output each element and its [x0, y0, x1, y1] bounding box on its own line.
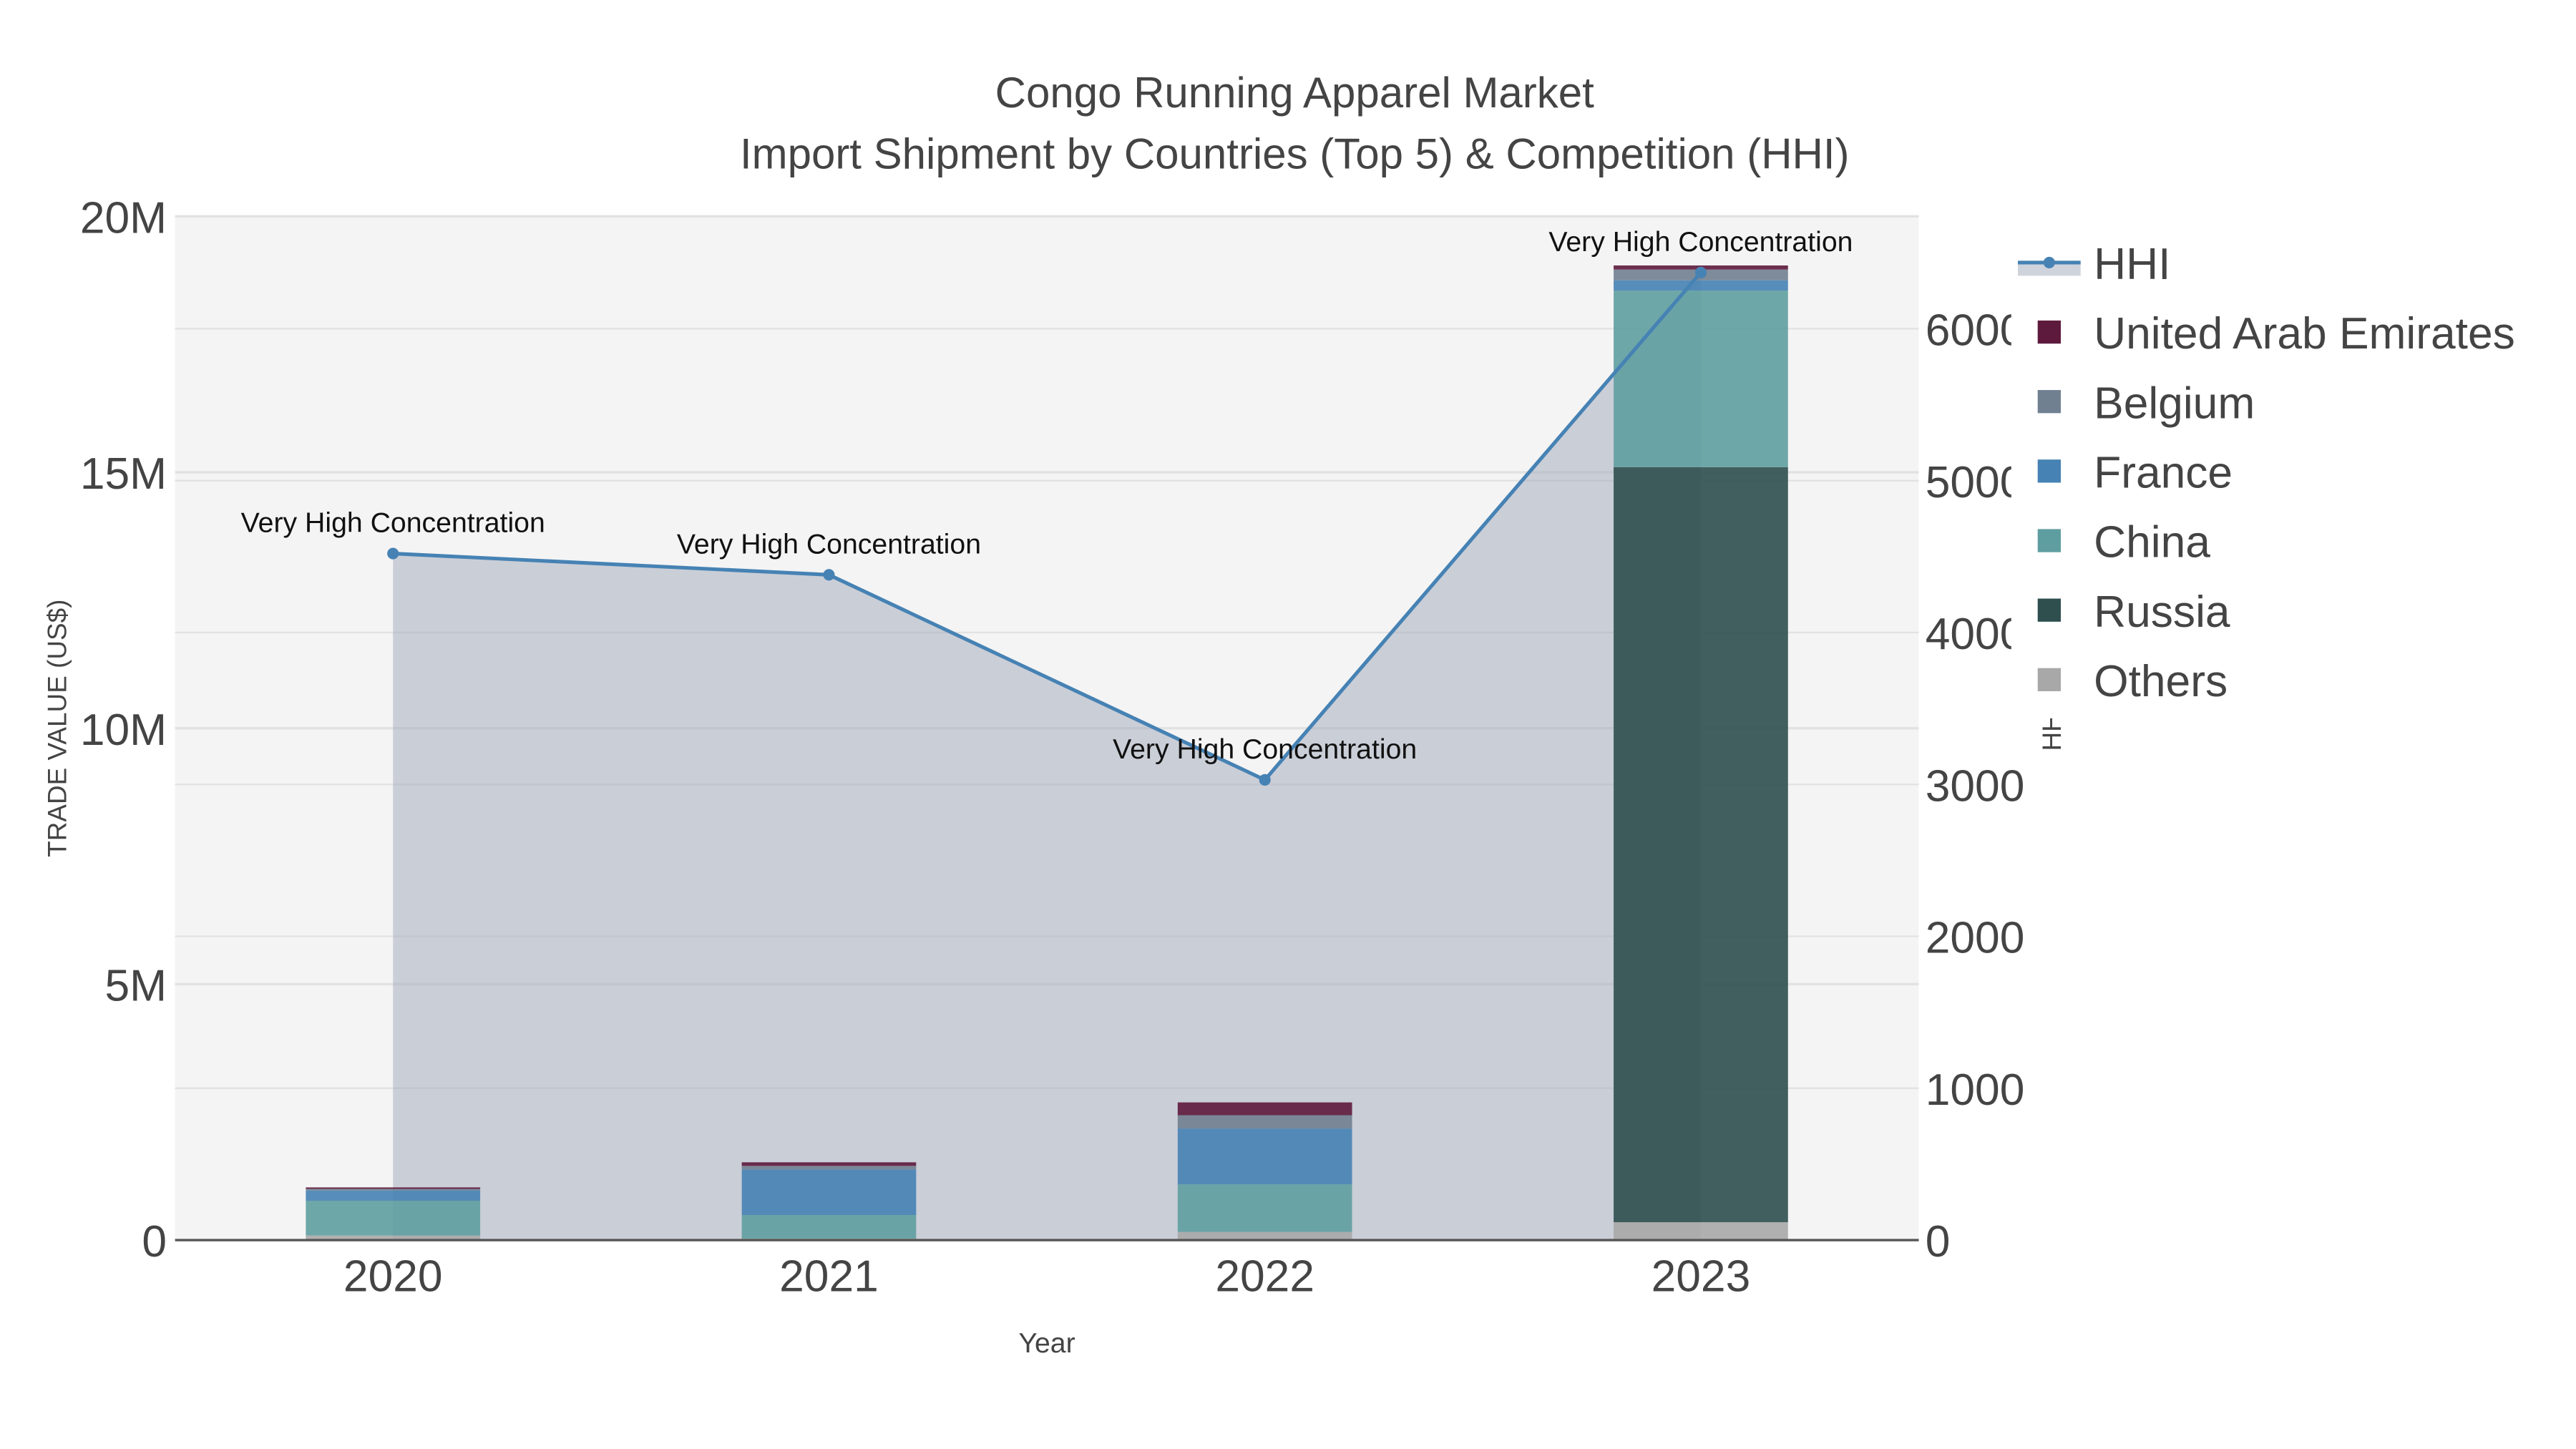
legend-label: HHI [2094, 240, 2170, 289]
hhi-annotation: Very High Concentration [677, 528, 981, 560]
bar-united-arab-emirates-2022 [1177, 1102, 1352, 1116]
y-tick-label: 5M [105, 961, 167, 1010]
bar-belgium-2020 [306, 1189, 481, 1191]
bar-belgium-2021 [741, 1166, 917, 1170]
legend-item-united-arab-emirates[interactable]: United Arab Emirates [2037, 309, 2515, 358]
x-tick-label: 2021 [779, 1252, 879, 1302]
x-axis-title: Year [1018, 1327, 1075, 1359]
hhi-annotation: Very High Concentration [241, 507, 545, 539]
y2-tick-label: 6000 [1926, 306, 2025, 355]
legend-swatch [2037, 668, 2061, 691]
y2-tick-label: 4000 [1926, 610, 2025, 659]
x-tick-label: 2020 [343, 1252, 443, 1302]
bar-france-2022 [1177, 1128, 1352, 1185]
y2-tick-label: 1000 [1926, 1065, 2025, 1115]
y2-tick-label: 3000 [1926, 761, 2025, 811]
bar-united-arab-emirates-2020 [306, 1187, 481, 1189]
y-axis-ticks: 0 5M 10M 15M 20M [80, 193, 167, 1267]
x-tick-label: 2022 [1215, 1252, 1314, 1302]
hhi-point-2022 [1259, 774, 1271, 786]
hhi-annotation: Very High Concentration [1113, 733, 1417, 765]
legend-label: Belgium [2094, 379, 2255, 428]
x-axis-ticks: 2020 2021 2022 2023 [343, 1252, 1750, 1302]
bar-china-2020 [306, 1200, 481, 1236]
legend-swatch [2037, 390, 2061, 414]
bar-belgium-2022 [1177, 1115, 1352, 1129]
legend-swatch [2037, 320, 2061, 344]
chart-subtitle: Import Shipment by Countries (Top 5) & C… [740, 130, 1850, 177]
y2-tick-label: 0 [1926, 1217, 1951, 1267]
chart-title: Congo Running Apparel Market [995, 69, 1595, 117]
bar-france-2023 [1614, 280, 1788, 291]
bar-france-2020 [306, 1190, 481, 1201]
legend-label: China [2094, 518, 2210, 567]
bar-china-2023 [1614, 291, 1788, 467]
legend-label: France [2094, 448, 2233, 497]
legend-label: Russia [2094, 587, 2230, 637]
bar-china-2022 [1177, 1184, 1352, 1232]
hhi-point-2020 [387, 547, 399, 560]
bar-others-2023 [1614, 1222, 1788, 1241]
y2-tick-label: 5000 [1926, 458, 2025, 507]
y-tick-label: 15M [80, 449, 167, 499]
bar-russia-2023 [1614, 467, 1788, 1223]
y2-axis-ticks: 0 1000 2000 3000 4000 5000 6000 [1926, 306, 2025, 1267]
x-tick-label: 2023 [1652, 1252, 1751, 1302]
chart: Very High Concentration Very High Concent… [42, 69, 2576, 1359]
legend-swatch [2037, 598, 2061, 622]
y-tick-label: 0 [142, 1217, 167, 1267]
y-axis-title: TRADE VALUE (US$) [42, 600, 72, 857]
legend: HHI United Arab Emirates Belgium France Chin… [2011, 223, 2576, 718]
bar-china-2021 [741, 1215, 917, 1239]
legend-swatch [2037, 459, 2061, 483]
legend-marker [2043, 256, 2055, 268]
bar-united-arab-emirates-2021 [741, 1162, 917, 1166]
y2-tick-label: 2000 [1926, 914, 2025, 963]
hhi-annotation: Very High Concentration [1548, 226, 1853, 258]
legend-swatch [2037, 529, 2061, 552]
legend-label: Others [2094, 657, 2228, 706]
legend-label: United Arab Emirates [2094, 309, 2515, 358]
y-tick-label: 20M [80, 193, 167, 243]
y-tick-label: 10M [80, 706, 167, 755]
bar-france-2021 [741, 1169, 917, 1216]
hhi-point-2021 [823, 569, 835, 581]
hhi-point-2023 [1694, 266, 1707, 278]
